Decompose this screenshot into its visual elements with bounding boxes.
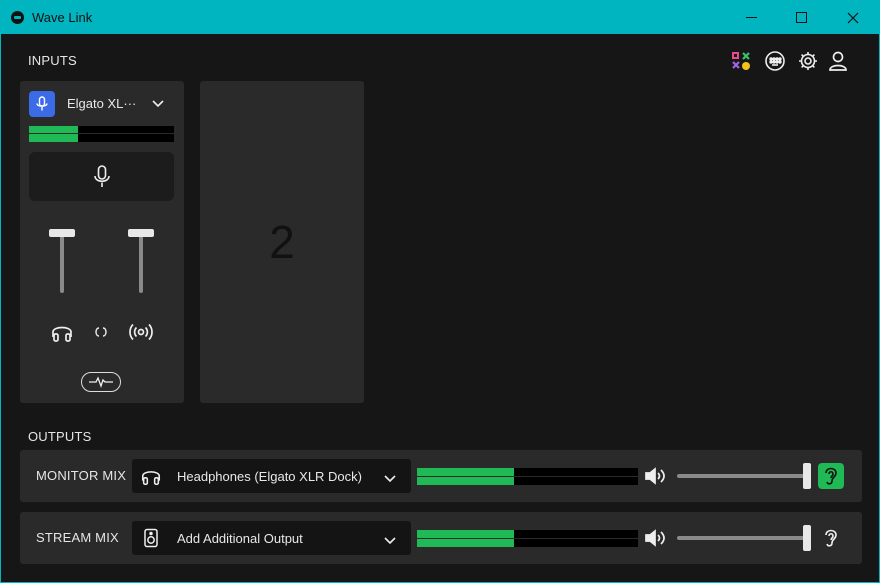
headphones-icon <box>140 465 162 487</box>
keyboard-icon[interactable] <box>763 49 787 73</box>
effects-button[interactable] <box>81 372 121 392</box>
close-icon <box>847 12 859 23</box>
speaker-icon <box>140 527 162 549</box>
minimize-icon <box>745 17 757 18</box>
headphones-icon[interactable] <box>49 319 75 345</box>
stream-mix-fader-knob[interactable] <box>128 229 154 237</box>
wave-link-logo-icon <box>11 11 24 24</box>
input-device-name[interactable]: Elgato XL··· <box>67 96 136 111</box>
maximize-icon <box>795 12 807 23</box>
inputs-section-label: INPUTS <box>28 53 77 68</box>
app-window: Wave Link INPUTS Elgato XL··· 2 OUTPUTS … <box>0 0 880 583</box>
output-device-name: Headphones (Elgato XLR Dock) <box>177 469 362 484</box>
output-volume-slider-knob[interactable] <box>803 525 811 551</box>
chevron-down-icon[interactable] <box>151 95 165 113</box>
output-row-stream-mix: STREAM MIX Add Additional Output <box>20 512 862 564</box>
monitor-mix-fader-knob[interactable] <box>49 229 75 237</box>
input-level-meter <box>29 126 174 142</box>
volume-icon[interactable] <box>644 466 668 491</box>
listen-toggle-button[interactable] <box>818 525 844 551</box>
ear-icon <box>825 529 837 547</box>
chevron-down-icon <box>383 532 397 550</box>
marketplace-icon[interactable] <box>729 49 753 73</box>
maximize-button[interactable] <box>778 1 824 34</box>
ear-icon <box>825 467 837 485</box>
outputs-section-label: OUTPUTS <box>28 429 92 444</box>
output-device-select[interactable]: Add Additional Output <box>132 521 411 555</box>
volume-icon[interactable] <box>644 528 668 553</box>
output-level-meter <box>417 530 638 547</box>
close-button[interactable] <box>830 1 876 34</box>
microphone-icon <box>29 91 55 117</box>
output-row-label: STREAM MIX <box>36 530 119 545</box>
link-icon[interactable] <box>92 323 110 341</box>
monitor-mix-fader-track[interactable] <box>60 233 64 293</box>
output-volume-slider-track[interactable] <box>677 474 811 478</box>
stream-mix-fader-track[interactable] <box>139 233 143 293</box>
listen-toggle-button[interactable] <box>818 463 844 489</box>
output-volume-slider-track[interactable] <box>677 536 811 540</box>
slot-number: 2 <box>269 216 295 268</box>
mic-mute-button[interactable] <box>29 152 174 201</box>
microphone-icon <box>93 164 110 187</box>
minimize-button[interactable] <box>728 1 774 34</box>
output-device-name: Add Additional Output <box>177 531 303 546</box>
add-input-slot[interactable]: 2 <box>200 81 364 403</box>
effects-icon <box>89 376 113 388</box>
output-level-meter <box>417 468 638 485</box>
input-channel: Elgato XL··· <box>20 81 184 403</box>
title-bar: Wave Link <box>1 1 879 34</box>
output-volume-slider-knob[interactable] <box>803 463 811 489</box>
output-row-label: MONITOR MIX <box>36 468 127 483</box>
output-row-monitor-mix: MONITOR MIX Headphones (Elgato XLR Dock) <box>20 450 862 502</box>
window-title: Wave Link <box>32 10 93 25</box>
account-icon[interactable] <box>826 49 850 73</box>
broadcast-icon[interactable] <box>127 319 155 345</box>
settings-icon[interactable] <box>796 49 820 73</box>
output-device-select[interactable]: Headphones (Elgato XLR Dock) <box>132 459 411 493</box>
chevron-down-icon <box>383 470 397 488</box>
input-level-fill <box>29 126 79 142</box>
